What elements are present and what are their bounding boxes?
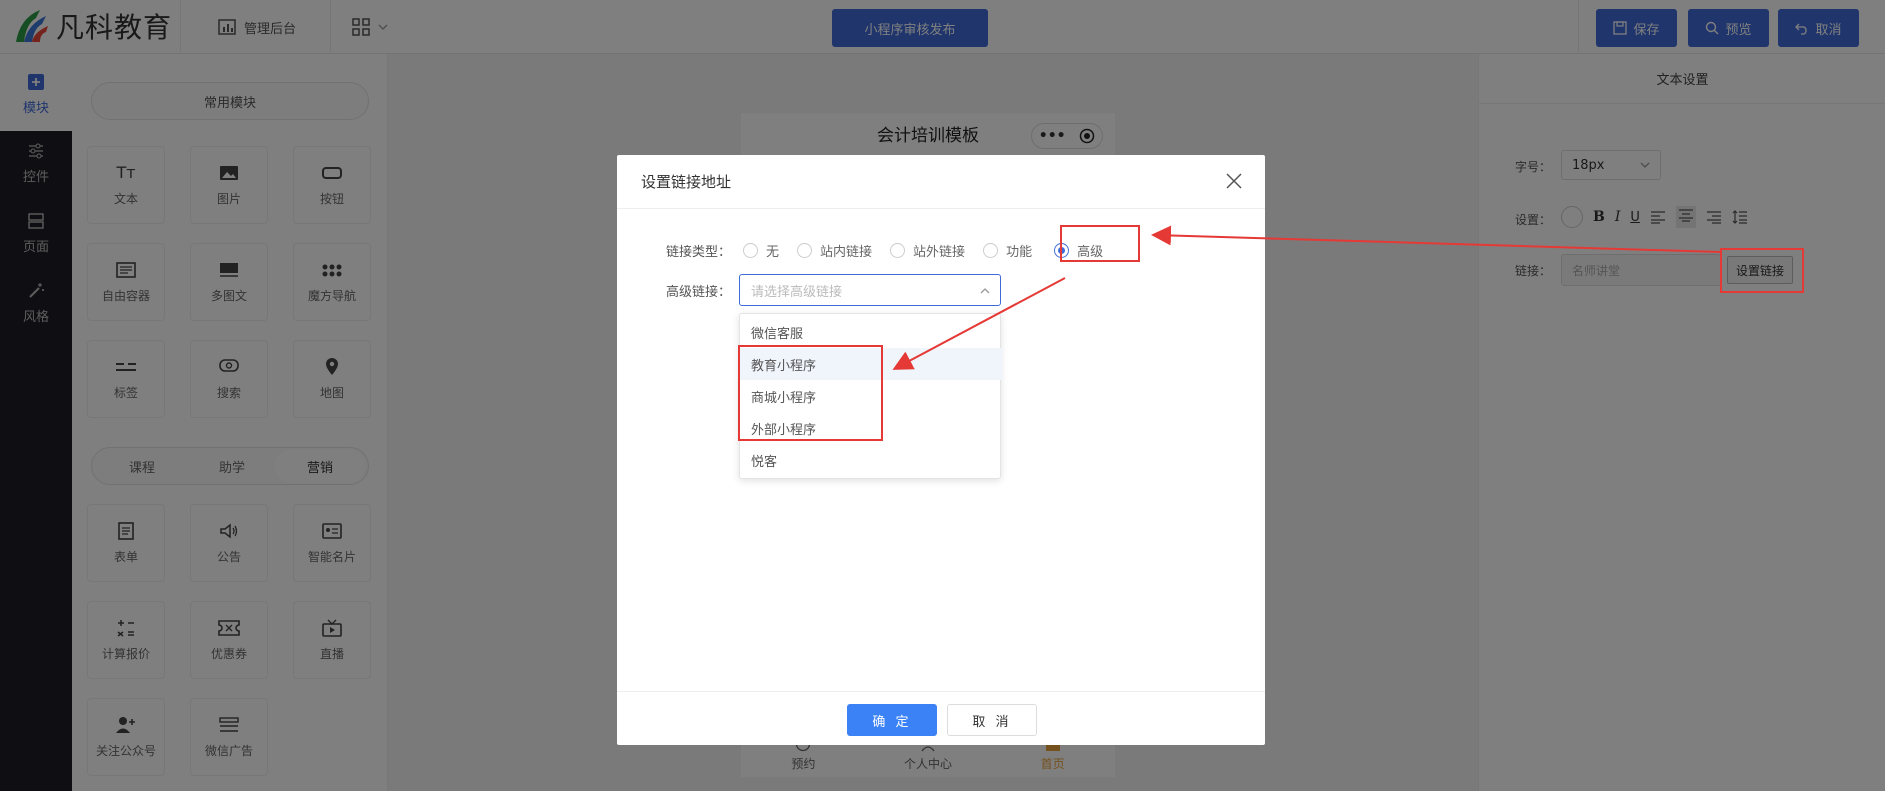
arrow-to-options	[892, 277, 1066, 370]
annotation-arrows	[892, 225, 1721, 370]
arrow-to-advanced	[1151, 225, 1721, 253]
